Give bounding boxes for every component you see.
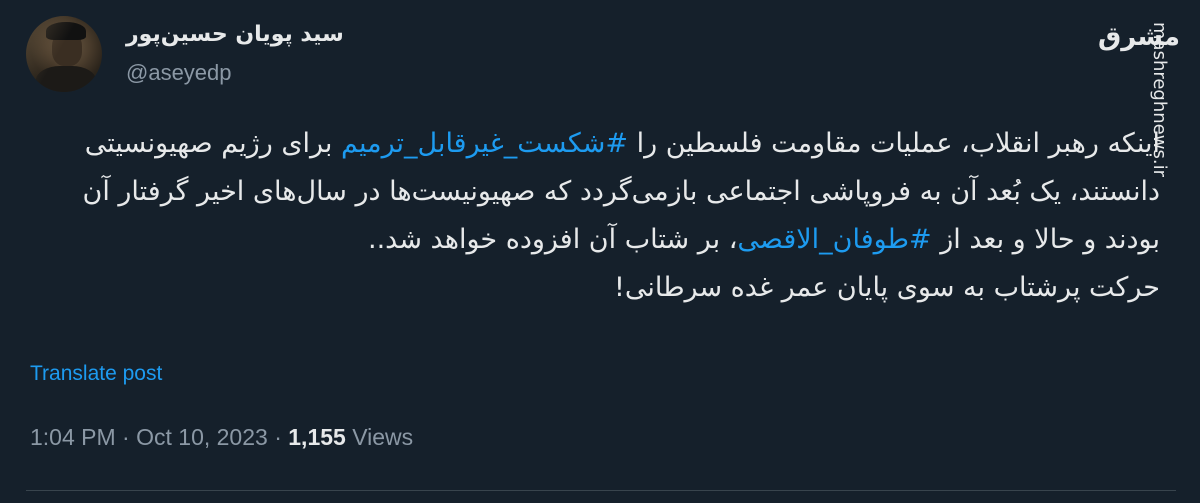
tweet-text-segment: اینکه رهبر انقلاب، عملیات مقاومت فلسطین …: [628, 128, 1160, 159]
avatar-light-overlay: [26, 16, 102, 92]
hashtag-link[interactable]: #شکست_غیرقابل_ترمیم: [341, 128, 628, 159]
translate-post-link[interactable]: Translate post: [30, 362, 162, 386]
tweet-text-segment: حرکت پرشتاب به سوی پایان عمر غده سرطانی!: [614, 272, 1160, 303]
divider: [26, 490, 1176, 491]
tweet-text: اینکه رهبر انقلاب، عملیات مقاومت فلسطین …: [25, 120, 1160, 312]
hashtag-link[interactable]: #طوفان_الاقصی: [737, 224, 931, 255]
meta-separator: ·: [122, 424, 130, 450]
watermark-url: mashreghnews.ir: [1149, 22, 1170, 177]
tweet-meta: 1:04 PM · Oct 10, 2023 · 1,155 Views: [30, 424, 413, 451]
views-label: Views: [352, 424, 414, 450]
views-count: 1,155: [288, 424, 346, 450]
author-handle[interactable]: @aseyedp: [126, 60, 232, 86]
tweet-date[interactable]: Oct 10, 2023: [136, 424, 268, 450]
meta-separator: ·: [274, 424, 282, 450]
tweet: سید پویان حسین‌پور @aseyedp اینکه رهبر ا…: [0, 0, 1200, 503]
tweet-text-segment: ، بر شتاب آن افزوده خواهد شد..: [368, 224, 738, 255]
avatar[interactable]: [26, 16, 102, 92]
tweet-time[interactable]: 1:04 PM: [30, 424, 116, 450]
author-display-name[interactable]: سید پویان حسین‌پور: [126, 22, 344, 47]
